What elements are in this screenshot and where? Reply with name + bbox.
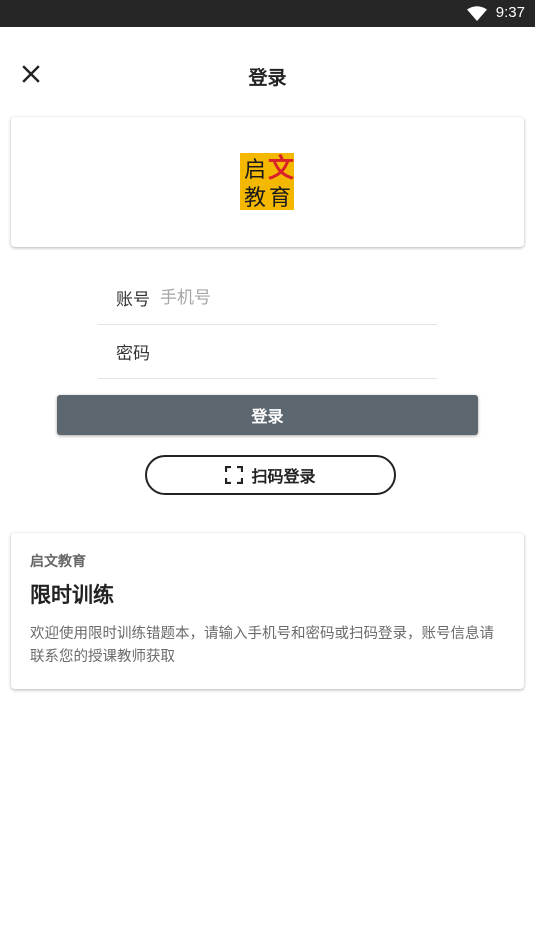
info-org: 启文教育 [30,554,86,570]
qiwen-logo: 启 文 教 育 [240,153,295,210]
password-field: 密码 [98,325,437,379]
status-time: 9:37 [495,4,525,21]
page-title: 登录 [248,67,287,89]
info-title: 限时训练 [30,583,114,607]
app-bar: 登录 [0,27,535,113]
scan-login-button[interactable]: 扫码登录 [145,455,396,495]
info-description: 欢迎使用限时训练错题本，请输入手机号和密码或扫码登录，账号信息请联系您的授课教师… [30,626,494,665]
status-bar: 9:37 [0,0,535,27]
account-input[interactable] [160,287,410,308]
account-label: 账号 [116,290,150,310]
svg-text:文: 文 [268,153,295,184]
logo-card: 启 文 教 育 [11,117,524,247]
login-button[interactable]: 登录 [57,395,478,435]
account-field: 账号 [98,271,437,325]
svg-text:启: 启 [244,158,266,183]
password-label: 密码 [116,344,150,364]
svg-text:教: 教 [244,186,266,210]
info-card: 启文教育 限时训练 欢迎使用限时训练错题本，请输入手机号和密码或扫码登录，账号信… [11,533,524,689]
password-input[interactable] [160,341,410,362]
wifi-icon [467,6,487,21]
scan-login-label: 扫码登录 [251,467,316,486]
scan-icon [225,466,244,484]
svg-text:育: 育 [269,186,291,210]
